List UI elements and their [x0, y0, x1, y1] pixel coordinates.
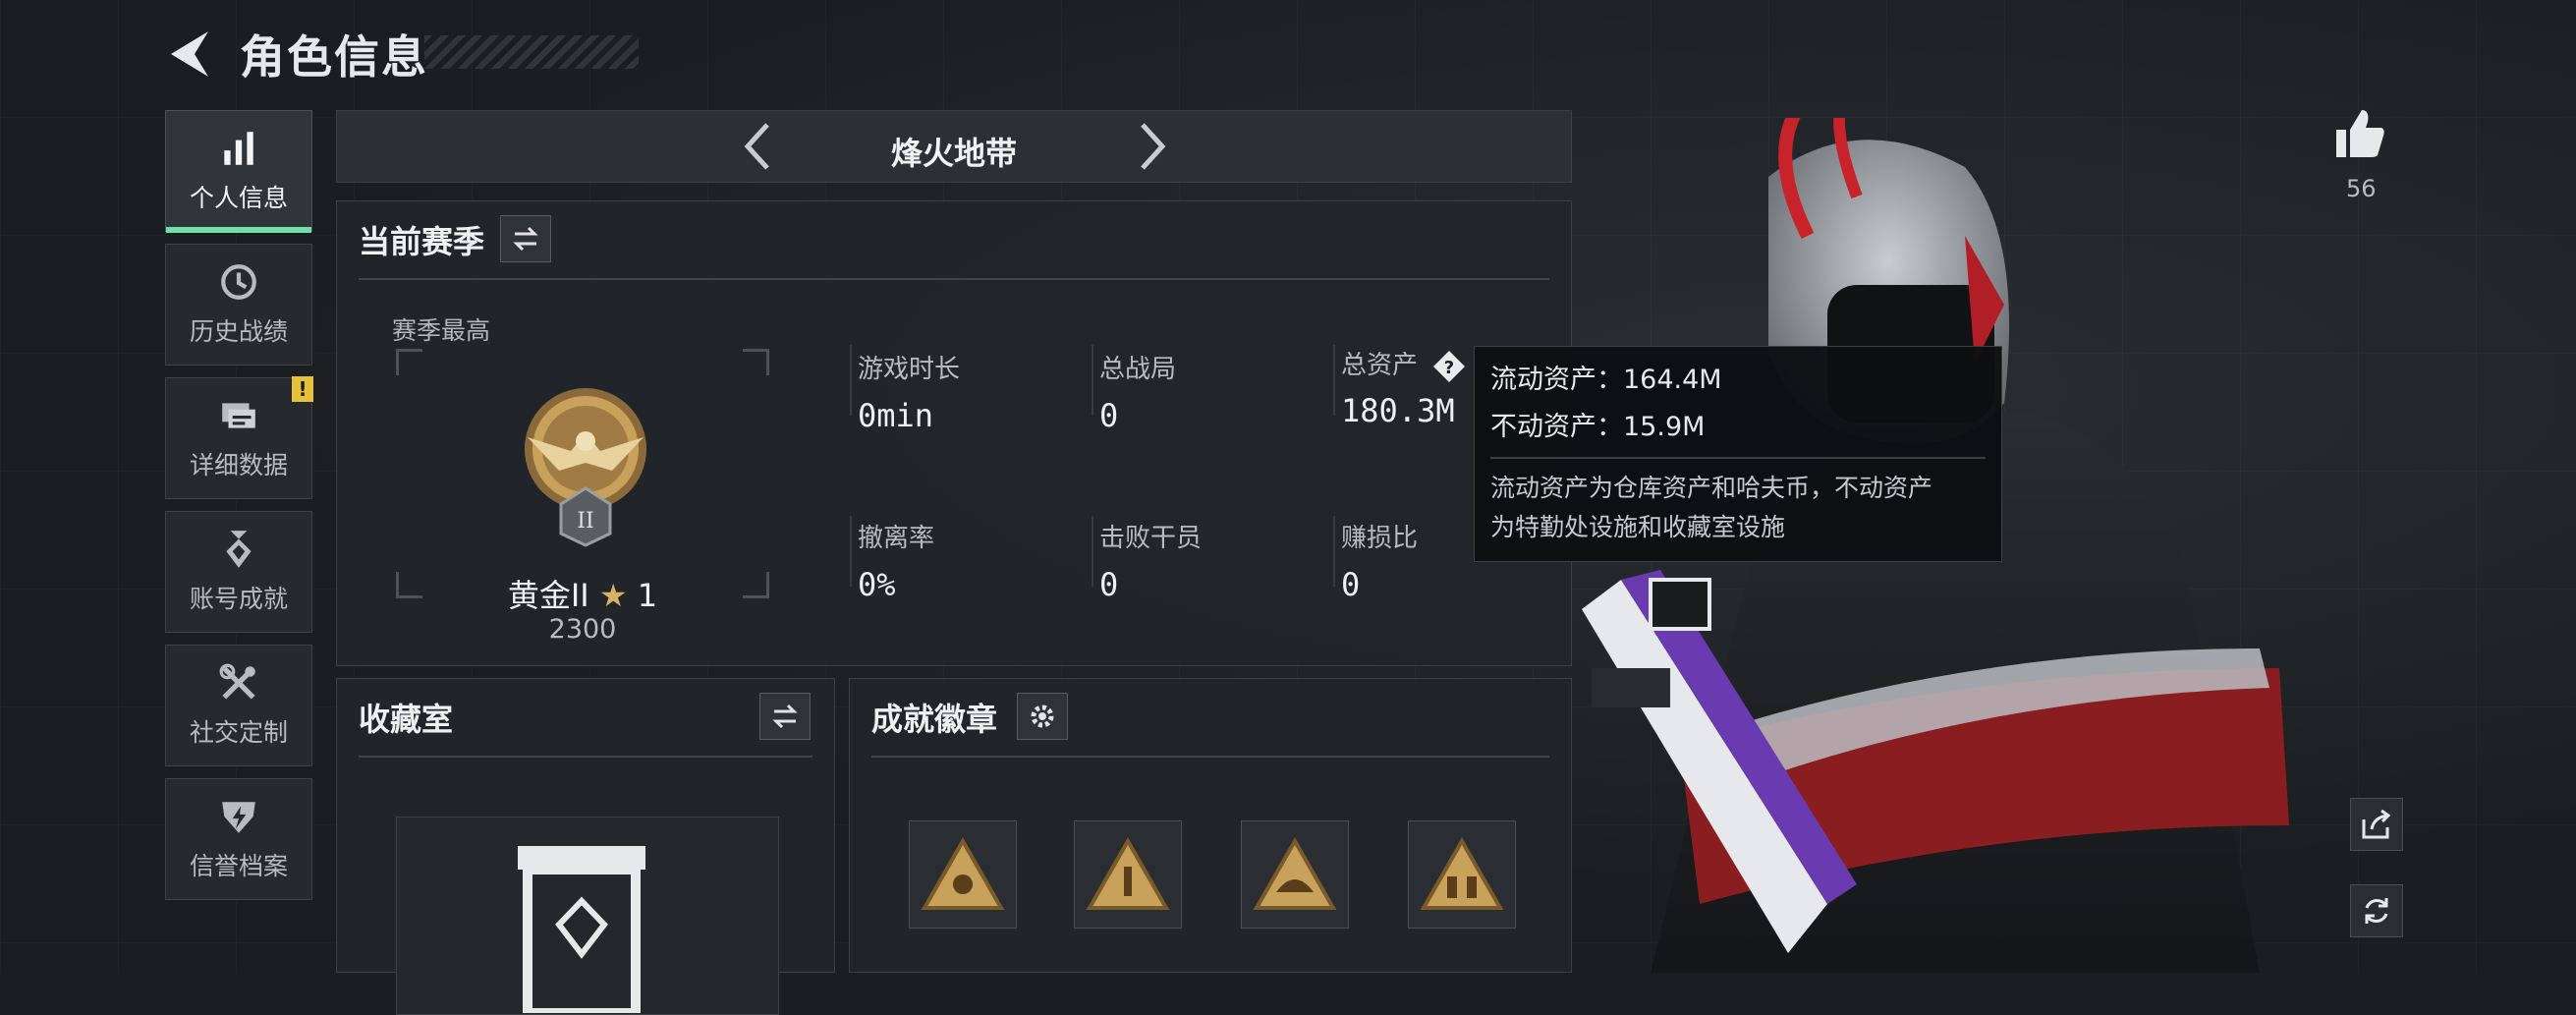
tooltip-liquid-assets: 流动资产：164.4M [1490, 365, 1722, 395]
achievement-medal-icon [226, 531, 252, 568]
badge-slot[interactable] [1074, 820, 1182, 929]
panel-title: 当前赛季 [359, 223, 485, 260]
current-season-panel: 当前赛季 赛季最高 II 黄金II ★ 1 2300 游戏时长 0min 总战局… [336, 200, 1572, 666]
stat-label: 总资产 [1341, 351, 1419, 380]
sidebar-item-history[interactable]: 历史战绩 [165, 244, 312, 366]
stat-value: 0min [858, 397, 934, 434]
svg-text:?: ? [1444, 358, 1454, 378]
sidebar-item-social-custom[interactable]: 社交定制 [165, 645, 312, 766]
stat-extraction-rate: 撤离率 0% [858, 518, 1084, 603]
divider [359, 756, 812, 758]
sidebar-item-reputation[interactable]: 信誉档案 [165, 778, 312, 900]
stat-label: 击败干员 [1099, 524, 1203, 553]
refresh-icon [2365, 898, 2388, 924]
stat-label: 总战局 [1099, 355, 1177, 384]
stat-play-time: 游戏时长 0min [858, 349, 1084, 434]
gold-rank-medal-icon: II [525, 388, 646, 547]
panel-title: 收藏室 [359, 701, 454, 738]
mode-title: 烽火地带 [890, 135, 1017, 172]
sidebar-item-achievements[interactable]: 账号成就 [165, 511, 312, 633]
stat-total-matches: 总战局 0 [1099, 349, 1325, 434]
sidebar-item-detailed-data[interactable]: ! 详细数据 [165, 376, 313, 499]
stat-divider [1333, 516, 1335, 587]
switch-vault-button[interactable] [759, 693, 811, 740]
stat-value: 0% [858, 566, 896, 603]
svg-text:II: II [577, 509, 593, 534]
bar-chart-icon [224, 132, 253, 165]
triangle-badge-icon [921, 837, 1005, 910]
divider [1490, 457, 1986, 459]
swap-arrows-icon [772, 704, 798, 729]
sidebar-item-label: 历史战绩 [189, 317, 288, 346]
rotate-button[interactable] [2350, 884, 2403, 937]
tooltip-fixed-assets: 不动资产：15.9M [1490, 412, 1706, 442]
stat-value: 0 [1099, 566, 1119, 603]
chevron-right-icon[interactable] [1121, 117, 1180, 176]
title-decoration [424, 35, 639, 69]
history-clock-icon [221, 264, 256, 300]
rank-name: 黄金II [507, 577, 589, 614]
tooltip-description-line: 为特勤处设施和收藏室设施 [1490, 513, 1786, 541]
divider [359, 278, 1549, 280]
switch-season-button[interactable] [500, 215, 551, 262]
folder-data-icon [222, 403, 255, 428]
sidebar-item-personal-info[interactable]: 个人信息 [165, 110, 312, 233]
stat-divider [1333, 345, 1335, 416]
share-button[interactable] [2350, 798, 2403, 851]
gear-icon [1031, 705, 1054, 728]
sidebar-item-label: 社交定制 [189, 718, 288, 747]
back-arrow-icon[interactable] [165, 28, 212, 81]
share-icon [2362, 809, 2391, 839]
achievement-badges-panel: 成就徽章 [849, 678, 1572, 973]
stat-label: 撤离率 [858, 524, 935, 553]
divider [871, 756, 1549, 758]
warning-badge: ! [292, 376, 313, 402]
sidebar-item-label: 个人信息 [189, 184, 288, 212]
help-question-icon[interactable]: ? [1431, 349, 1467, 384]
like-count: 56 [2346, 175, 2377, 202]
sidebar-item-label: 信誉档案 [189, 852, 288, 880]
badge-settings-button[interactable] [1017, 693, 1068, 740]
page-title: 角色信息 [240, 30, 428, 84]
tools-icon [219, 663, 255, 700]
thumbs-up-icon[interactable] [2332, 106, 2387, 161]
season-high-label: 赛季最高 [392, 316, 491, 345]
sidebar-item-label: 账号成就 [189, 585, 288, 613]
rank-stars: 1 [637, 577, 658, 614]
vault-display-case-icon [518, 846, 645, 1013]
assets-tooltip: 流动资产：164.4M 不动资产：15.9M 流动资产为仓库资产和哈夫币，不动资… [1474, 346, 2002, 562]
tooltip-description-line: 流动资产为仓库资产和哈夫币，不动资产 [1490, 474, 1933, 502]
mode-switcher: 烽火地带 [336, 110, 1572, 183]
sidebar-item-label: 详细数据 [189, 451, 288, 479]
shield-bolt-icon [222, 802, 255, 833]
badge-slot[interactable] [909, 820, 1017, 929]
stat-divider [850, 516, 852, 587]
triangle-badge-icon [1086, 837, 1170, 910]
rank-title: 黄金II ★ 1 [435, 571, 730, 616]
vault-panel: 收藏室 [336, 678, 835, 1015]
stat-label: 游戏时长 [858, 355, 961, 384]
triangle-badge-icon [1253, 837, 1337, 910]
stat-divider [1092, 516, 1093, 587]
rank-score: 2300 [548, 614, 617, 645]
stat-value: 0 [1099, 397, 1119, 434]
star-icon: ★ [598, 577, 628, 614]
stat-operators-defeated: 击败干员 0 [1099, 518, 1325, 603]
swap-arrows-icon [513, 226, 538, 252]
stat-divider [1092, 345, 1093, 416]
stat-divider [850, 345, 852, 416]
badge-slot[interactable] [1241, 820, 1349, 929]
panel-title: 成就徽章 [871, 701, 998, 738]
